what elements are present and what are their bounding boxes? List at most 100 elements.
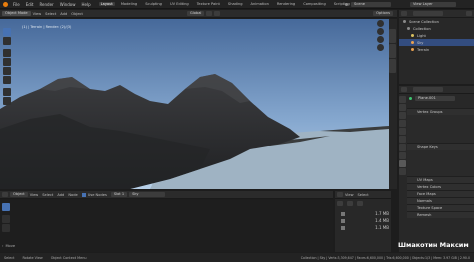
- list-item[interactable]: 1.7 MB: [341, 210, 389, 217]
- menu-add[interactable]: Add: [60, 12, 67, 16]
- tab-uv-editing[interactable]: UV Editing: [168, 2, 191, 6]
- slot-dropdown[interactable]: Slot 1: [110, 192, 128, 197]
- data-tab-icon[interactable]: [399, 160, 406, 167]
- tab-animation[interactable]: Animation: [249, 2, 271, 6]
- tab-item[interactable]: [389, 29, 396, 43]
- node-menu-add[interactable]: Add: [57, 193, 64, 197]
- section-label: Texture Space: [417, 206, 443, 210]
- menu-select[interactable]: Select: [45, 12, 56, 16]
- tab-texture-paint[interactable]: Texture Paint: [195, 2, 222, 6]
- menu-edit[interactable]: Edit: [26, 2, 34, 7]
- use-nodes-checkbox[interactable]: [81, 192, 86, 197]
- section-vertex-colors[interactable]: Vertex Colors: [407, 183, 474, 190]
- outliner-item-light[interactable]: Light: [399, 32, 474, 39]
- outliner-search[interactable]: [413, 11, 443, 16]
- node-editor-canvas[interactable]: [0, 200, 333, 252]
- node-menu-view[interactable]: View: [30, 193, 39, 197]
- tab-rendering[interactable]: Rendering: [275, 2, 297, 6]
- node-annotate-tool-icon[interactable]: [2, 215, 10, 223]
- object-name-field[interactable]: Plane.001: [415, 96, 455, 101]
- parent-dir-icon[interactable]: [357, 201, 363, 206]
- tool-tab-icon[interactable]: [399, 96, 406, 103]
- material-selector[interactable]: Sky: [129, 192, 166, 197]
- menu-help[interactable]: Help: [81, 2, 90, 7]
- tab-compositing[interactable]: Compositing: [301, 2, 328, 6]
- perspective-toggle-icon[interactable]: [377, 44, 384, 51]
- last-operator-panel[interactable]: › Move: [2, 244, 15, 248]
- tab-modeling[interactable]: Modeling: [119, 2, 139, 6]
- view-layer-selector[interactable]: View Layer: [410, 2, 458, 7]
- section-uv-maps[interactable]: UV Maps: [407, 176, 474, 183]
- scale-tool-icon[interactable]: [3, 67, 11, 75]
- node-editor-type-dropdown[interactable]: Object: [10, 192, 28, 197]
- section-face-maps[interactable]: Face Maps: [407, 190, 474, 197]
- world-tab-icon[interactable]: [399, 136, 406, 143]
- tab-view[interactable]: [389, 59, 396, 73]
- vertex-groups-list[interactable]: [407, 115, 474, 143]
- 3d-viewport[interactable]: (1) | Terrain | Render: (2)/(3): [0, 19, 389, 189]
- node-link-tool-icon[interactable]: [2, 224, 10, 232]
- list-item[interactable]: 1.4 MB: [341, 217, 389, 224]
- node-menu-node[interactable]: Node: [68, 193, 77, 197]
- modifier-tab-icon[interactable]: [399, 152, 406, 159]
- forward-icon[interactable]: [347, 201, 353, 206]
- options-dropdown[interactable]: Options: [373, 11, 393, 16]
- tab-layout[interactable]: Layout: [98, 2, 115, 6]
- editor-type-icon[interactable]: [2, 192, 8, 197]
- outliner-editor-icon[interactable]: [401, 11, 407, 16]
- menu-object[interactable]: Object: [71, 12, 83, 16]
- section-normals[interactable]: Normals: [407, 197, 474, 204]
- rotate-tool-icon[interactable]: [3, 58, 11, 66]
- cursor-tool-icon[interactable]: [3, 37, 11, 45]
- annotate-tool-icon[interactable]: [3, 88, 11, 96]
- camera-view-icon[interactable]: [377, 36, 384, 43]
- outliner-item-collection[interactable]: Collection: [399, 25, 474, 32]
- fb-menu-select[interactable]: Select: [358, 193, 369, 197]
- scene-name[interactable]: Scene: [351, 2, 391, 7]
- section-remesh[interactable]: Remesh: [407, 211, 474, 218]
- zoom-icon[interactable]: [377, 20, 384, 27]
- transform-tool-icon[interactable]: [3, 76, 11, 84]
- back-icon[interactable]: [337, 201, 343, 206]
- shape-keys-list[interactable]: [407, 150, 474, 176]
- proportional-edit-icon[interactable]: [214, 11, 221, 16]
- outliner-item-sky[interactable]: Sky: [399, 39, 474, 46]
- menu-file[interactable]: File: [13, 2, 20, 7]
- select-box-tool-icon[interactable]: [3, 28, 11, 36]
- menu-window[interactable]: Window: [60, 2, 76, 7]
- section-shape-keys[interactable]: Shape Keys: [407, 143, 474, 150]
- properties-editor-icon[interactable]: [401, 87, 407, 92]
- use-nodes-toggle[interactable]: Use Nodes: [81, 192, 107, 197]
- mode-dropdown[interactable]: Object Mode: [2, 11, 31, 16]
- blender-logo-icon[interactable]: [3, 1, 8, 7]
- tab-sculpting[interactable]: Sculpting: [143, 2, 164, 6]
- section-vertex-groups[interactable]: Vertex Groups: [407, 108, 474, 115]
- fb-menu-view[interactable]: View: [345, 193, 354, 197]
- tab-shading[interactable]: Shading: [226, 2, 245, 6]
- menu-render[interactable]: Render: [39, 2, 53, 7]
- output-tab-icon[interactable]: [399, 112, 406, 119]
- object-tab-icon[interactable]: [399, 144, 406, 151]
- file-browser-editor-icon[interactable]: [337, 192, 343, 197]
- node-select-tool-icon[interactable]: [2, 203, 10, 211]
- scene-selector[interactable]: Scene: [345, 2, 393, 7]
- filter-icon[interactable]: [466, 11, 472, 16]
- move-tool-icon[interactable]: [3, 49, 11, 57]
- render-tab-icon[interactable]: [399, 104, 406, 111]
- scene-tab-icon[interactable]: [399, 128, 406, 135]
- view-layer-tab-icon[interactable]: [399, 120, 406, 127]
- node-menu-select[interactable]: Select: [42, 193, 53, 197]
- list-item[interactable]: 1.1 MB: [341, 224, 389, 231]
- orientation-dropdown[interactable]: Global: [186, 11, 205, 16]
- tab-tool[interactable]: [389, 44, 396, 58]
- menu-view[interactable]: View: [33, 12, 42, 16]
- outliner-root[interactable]: Scene Collection: [399, 18, 474, 25]
- properties-search[interactable]: [413, 87, 443, 92]
- material-tab-icon[interactable]: [399, 168, 406, 175]
- pan-icon[interactable]: [377, 28, 384, 35]
- measure-tool-icon[interactable]: [3, 97, 11, 105]
- outliner-item-terrain[interactable]: Terrain: [399, 46, 474, 53]
- view-layer-name[interactable]: View Layer: [410, 2, 456, 7]
- section-texture-space[interactable]: Texture Space: [407, 204, 474, 211]
- snap-icon[interactable]: [206, 11, 213, 16]
